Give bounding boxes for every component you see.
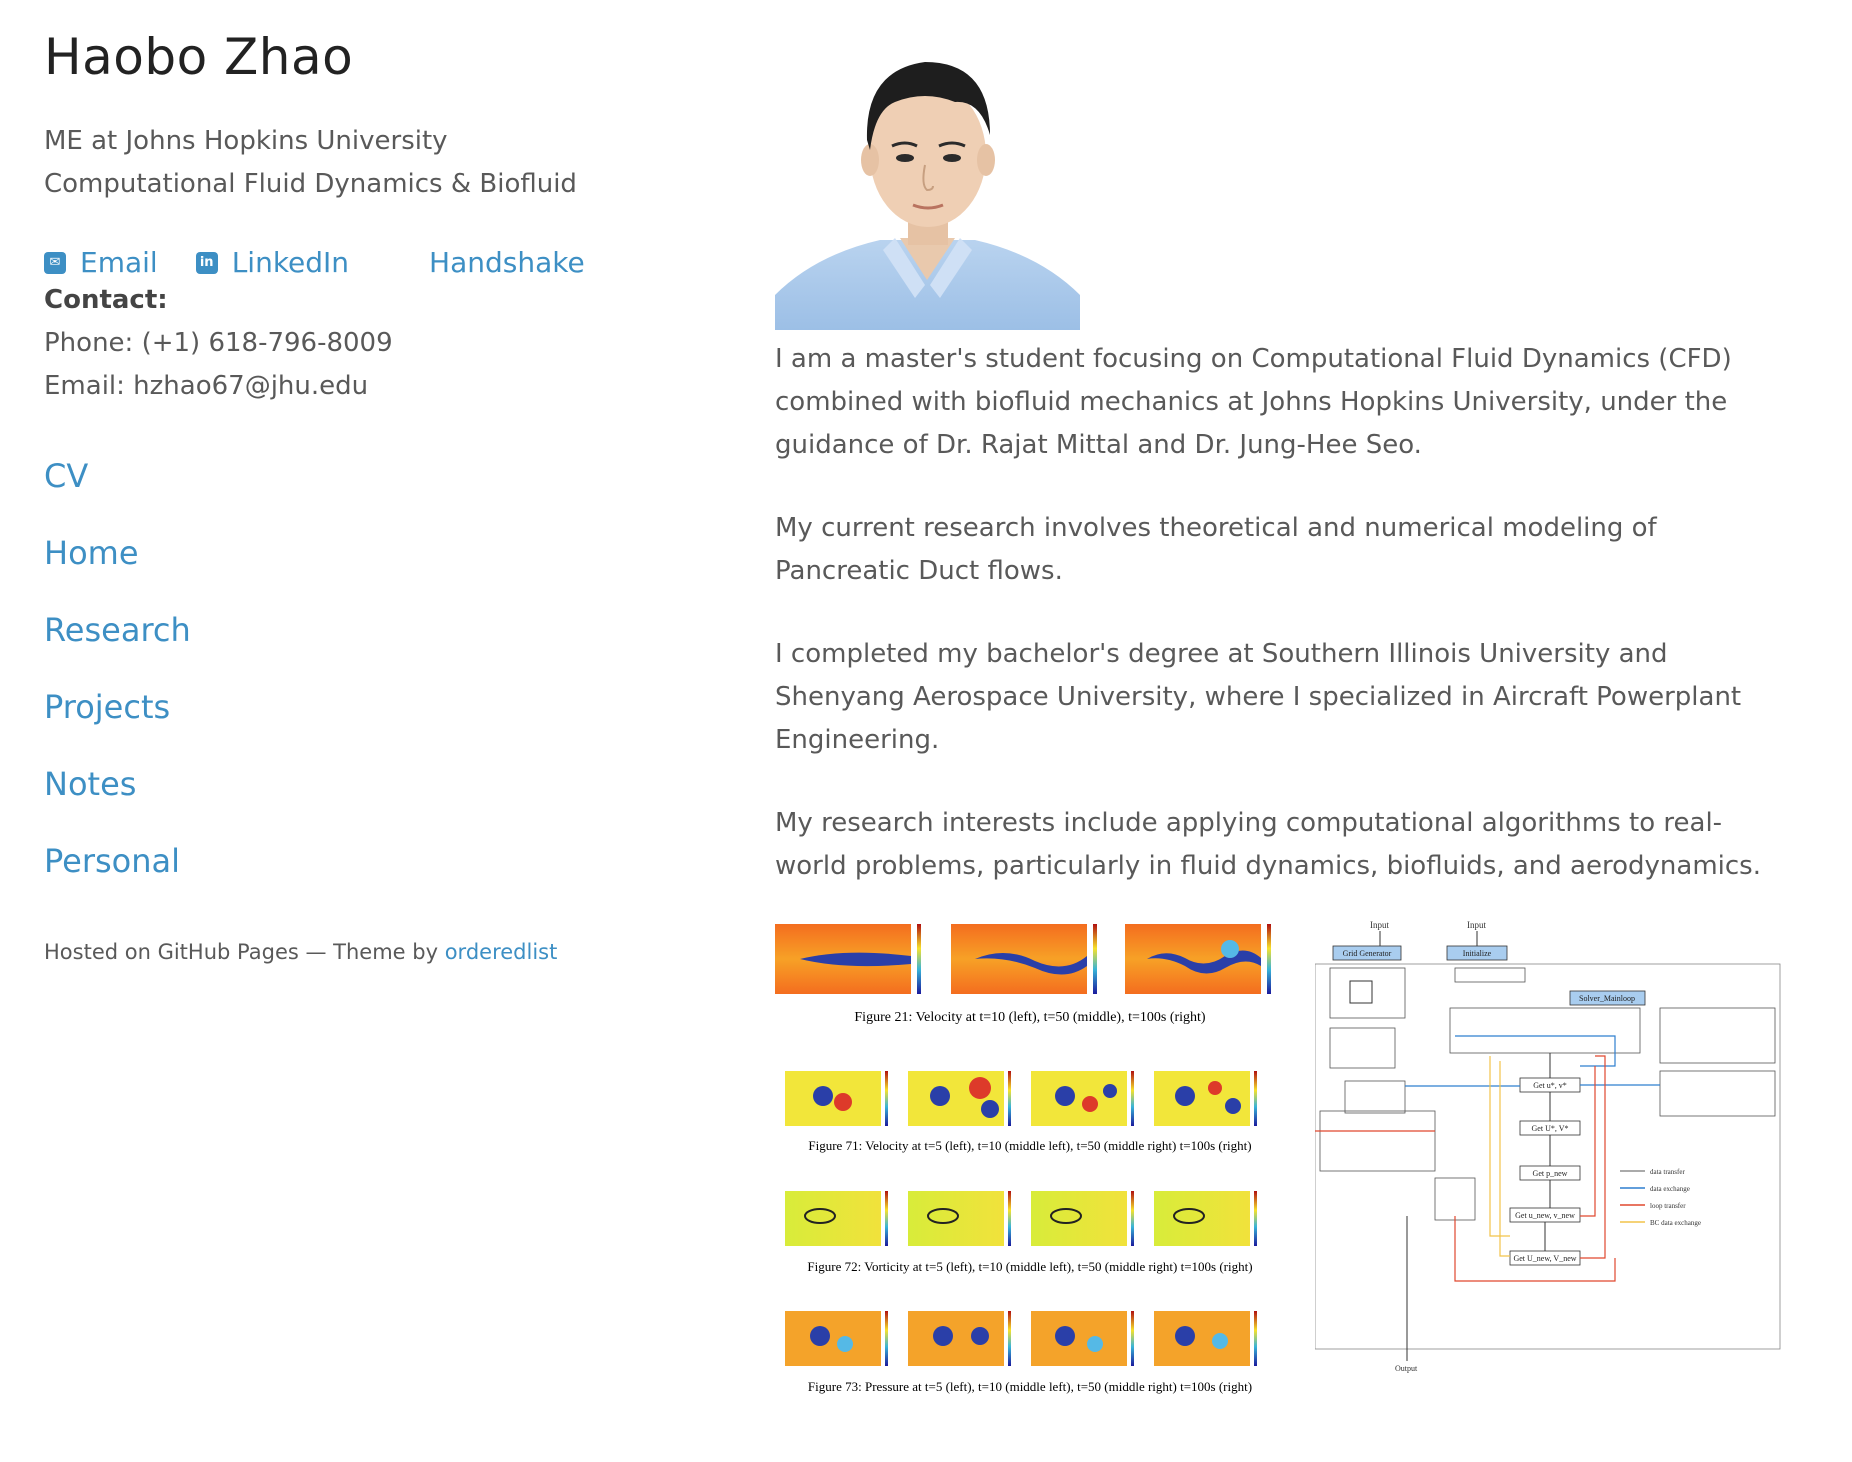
profile-photo: [775, 40, 1080, 330]
profile-name: Haobo Zhao: [44, 28, 354, 86]
fig21-caption: Figure 21: Velocity at t=10 (left), t=50…: [854, 1010, 1206, 1025]
contact-phone: Phone: (+1) 618-796-8009: [44, 328, 393, 358]
handshake-link-label: Handshake: [429, 246, 585, 279]
flow-input-1: Input: [1370, 920, 1389, 930]
contact-email: Email: hzhao67@jhu.edu: [44, 371, 369, 401]
sidebar: Haobo Zhao ME at Johns Hopkins Universit…: [44, 20, 664, 964]
intro-paragraph-3: I completed my bachelor's degree at Sout…: [775, 639, 1742, 755]
email-icon: ✉: [44, 251, 66, 274]
fig73-caption: Figure 73: Pressure at t=5 (left), t=10 …: [808, 1379, 1252, 1394]
intro-paragraph-2: My current research involves theoretical…: [775, 513, 1657, 586]
contact-block: Contact: Phone: (+1) 618-796-8009 Email:…: [44, 279, 664, 408]
flow-get-uv: Get u*, v*: [1533, 1081, 1567, 1090]
fig71-plots: [785, 1071, 1257, 1126]
cfd-figure-panel: Figure 21: Velocity at t=10 (left), t=50…: [775, 916, 1285, 1440]
nav-item-home[interactable]: Home: [44, 515, 664, 592]
fig71-caption: Figure 71: Velocity at t=5 (left), t=10 …: [808, 1138, 1251, 1153]
linkedin-link-label: LinkedIn: [231, 246, 350, 279]
legend-data-exchange: data exchange: [1650, 1185, 1690, 1193]
nav-item-personal[interactable]: Personal: [44, 823, 664, 900]
flow-get-unew: Get u_new, v_new: [1515, 1211, 1575, 1220]
flow-get-UV: Get U*, V*: [1532, 1124, 1569, 1133]
legend-data-transfer: data transfer: [1650, 1168, 1685, 1176]
nav-item-cv[interactable]: CV: [44, 438, 664, 515]
footer-theme-link[interactable]: orderedlist: [445, 940, 558, 964]
intro-paragraph-1: I am a master's student focusing on Comp…: [775, 344, 1732, 460]
footer-text: Hosted on GitHub Pages — Theme by: [44, 940, 445, 964]
flow-get-Unew: Get U_new, V_new: [1513, 1254, 1576, 1263]
footer: Hosted on GitHub Pages — Theme by ordere…: [44, 940, 664, 964]
flow-solver-mainloop: Solver_Mainloop: [1579, 994, 1635, 1003]
cfd-simulation-figures: Figure 21: Velocity at t=10 (left), t=50…: [775, 924, 1271, 1394]
contact-heading: Contact:: [44, 285, 168, 315]
solver-flowchart-diagram: Input Input Grid Generator Initialize So…: [1305, 920, 1781, 1373]
handshake-link[interactable]: Handshake: [429, 246, 585, 279]
fig72-caption: Figure 72: Vorticity at t=5 (left), t=10…: [807, 1259, 1252, 1274]
main-nav: CV Home Research Projects Notes Personal: [44, 438, 664, 900]
legend-loop-transfer: loop transfer: [1650, 1202, 1686, 1210]
flow-initialize: Initialize: [1463, 949, 1492, 958]
research-figures: Figure 21: Velocity at t=10 (left), t=50…: [775, 916, 1815, 1436]
portrait-illustration: [775, 62, 1080, 330]
intro-paragraph-4: My research interests include applying c…: [775, 808, 1761, 881]
tagline: ME at Johns Hopkins University Computati…: [44, 120, 664, 206]
fig72-plots: [785, 1191, 1257, 1246]
linkedin-link[interactable]: in LinkedIn: [195, 246, 350, 279]
flow-grid-generator: Grid Generator: [1343, 949, 1392, 958]
main-content: I am a master's student focusing on Comp…: [775, 40, 1815, 1436]
social-links: ✉ Email in LinkedIn Handshake: [44, 246, 664, 279]
flow-output: Output: [1395, 1364, 1418, 1373]
fig21-plots: [775, 924, 1271, 994]
nav-item-projects[interactable]: Projects: [44, 669, 664, 746]
email-link[interactable]: ✉ Email: [44, 246, 158, 279]
flow-input-2: Input: [1467, 920, 1486, 930]
legend-bc-data-exchange: BC data exchange: [1650, 1219, 1701, 1227]
email-link-label: Email: [80, 246, 158, 279]
nav-item-notes[interactable]: Notes: [44, 746, 664, 823]
flow-get-pnew: Get p_new: [1533, 1169, 1568, 1178]
tagline-line1: ME at Johns Hopkins University: [44, 126, 448, 156]
solver-flowchart: Input Input Grid Generator Initialize So…: [1305, 916, 1785, 1376]
nav-item-research[interactable]: Research: [44, 592, 664, 669]
fig73-plots: [785, 1311, 1257, 1366]
tagline-line2: Computational Fluid Dynamics & Biofluid: [44, 169, 577, 199]
linkedin-icon: in: [195, 251, 218, 274]
